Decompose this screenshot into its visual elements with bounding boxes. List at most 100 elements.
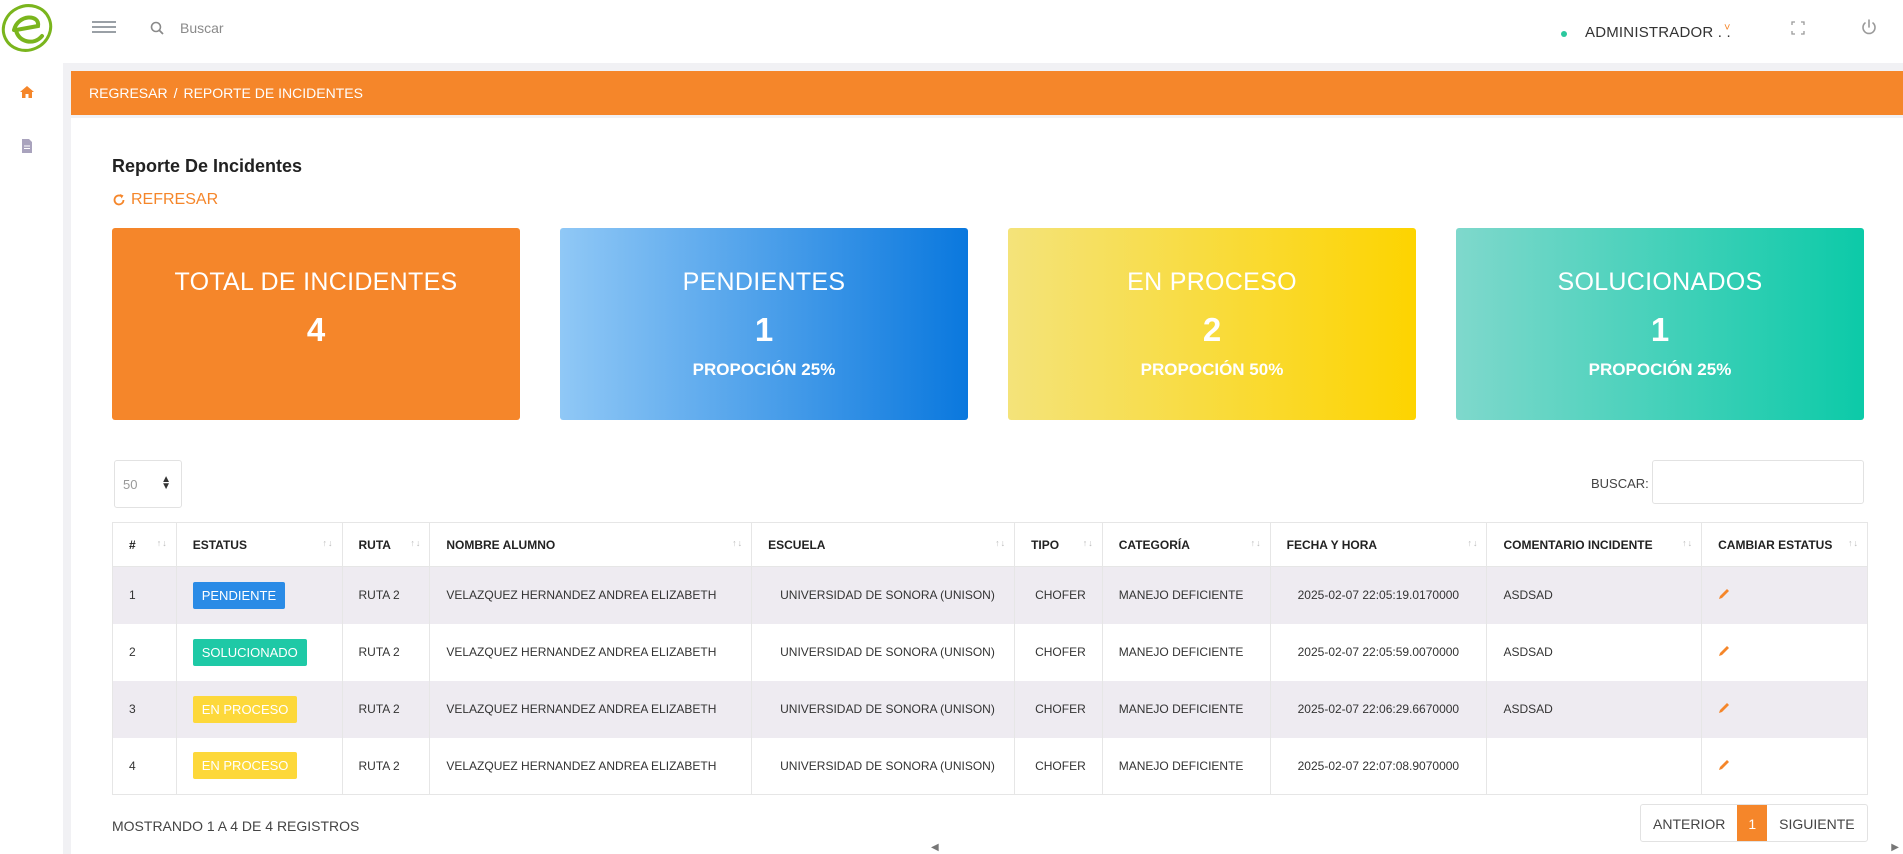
cell-status: SOLUCIONADO <box>175 623 343 681</box>
column-header[interactable]: CAMBIAR ESTATUS ↑↓ <box>1701 522 1868 567</box>
horizontal-scrollbar[interactable]: ◀ ▶ <box>861 840 1903 854</box>
column-header[interactable]: TIPO ↑↓ <box>1014 522 1103 567</box>
card-in-process: EN PROCESO 2 PROPOCIÓN 50% <box>1008 228 1416 420</box>
breadcrumb: REGRESAR / REPORTE DE INCIDENTES <box>71 71 1903 115</box>
cell-status: PENDIENTE <box>175 566 343 624</box>
sort-icon: ↑↓ <box>1082 538 1094 548</box>
prev-page-button[interactable]: ANTERIOR <box>1641 805 1737 841</box>
cell-number: 3 <box>112 680 177 738</box>
card-value: 1 <box>1650 311 1670 348</box>
column-header[interactable]: COMENTARIO INCIDENTE ↑↓ <box>1486 522 1703 567</box>
card-proportion: PROPOCIÓN 50% <box>1140 360 1284 379</box>
refresh-icon <box>113 194 125 206</box>
cell-student: VELAZQUEZ HERNANDEZ ANDREA ELIZABETH <box>429 680 753 738</box>
cell-change-status <box>1701 623 1868 681</box>
status-badge: PENDIENTE <box>192 581 286 609</box>
cell-status: EN PROCESO <box>175 680 343 738</box>
page-length-value: 50 <box>123 477 138 492</box>
refresh-button[interactable]: REFRESAR <box>112 191 218 209</box>
cell-student: VELAZQUEZ HERNANDEZ ANDREA ELIZABETH <box>429 566 753 624</box>
sort-icon: ↑↓ <box>1250 538 1262 548</box>
cell-datetime: 2025-02-07 22:05:19.0170000 <box>1269 566 1488 624</box>
edit-icon[interactable] <box>1718 644 1731 657</box>
power-icon[interactable] <box>1860 18 1878 36</box>
column-header[interactable]: NOMBRE ALUMNO ↑↓ <box>429 522 753 567</box>
home-icon[interactable] <box>18 83 36 101</box>
table-row: 2 SOLUCIONADO RUTA 2 VELAZQUEZ HERNANDEZ… <box>112 623 1868 681</box>
cell-datetime: 2025-02-07 22:06:29.6670000 <box>1269 680 1488 738</box>
cell-type: CHOFER <box>1014 680 1103 738</box>
status-badge: SOLUCIONADO <box>192 638 307 666</box>
column-header[interactable]: CATEGORÍA ↑↓ <box>1101 522 1271 567</box>
column-header[interactable]: RUTA ↑↓ <box>341 522 431 567</box>
document-icon[interactable] <box>18 137 36 155</box>
column-header[interactable]: # ↑↓ <box>112 522 177 567</box>
menu-icon[interactable] <box>92 18 116 38</box>
sort-icon: ↑↓ <box>995 538 1007 548</box>
column-header[interactable]: ESTATUS ↑↓ <box>175 522 343 567</box>
cell-category: MANEJO DEFICIENTE <box>1101 623 1271 681</box>
online-status-dot <box>1561 31 1567 37</box>
card-pending: PENDIENTES 1 PROPOCIÓN 25% <box>560 228 968 420</box>
cell-school: UNIVERSIDAD DE SONORA (UNISON) <box>751 623 1016 681</box>
next-page-button[interactable]: SIGUIENTE <box>1767 805 1866 841</box>
cell-comment <box>1486 737 1703 795</box>
cell-route: RUTA 2 <box>341 623 431 681</box>
card-value: 2 <box>1202 311 1222 348</box>
select-arrows-icon: ▲ ▼ <box>161 474 171 492</box>
sort-icon: ↑↓ <box>156 538 168 548</box>
column-header[interactable]: FECHA Y HORA ↑↓ <box>1269 522 1488 567</box>
top-bar: ADMINISTRADOR . . ˅ <box>0 0 1903 63</box>
sort-icon: ↑↓ <box>1848 538 1859 548</box>
table-row: 1 PENDIENTE RUTA 2 VELAZQUEZ HERNANDEZ A… <box>112 566 1868 624</box>
card-total-incidents: TOTAL DE INCIDENTES 4 <box>112 228 520 420</box>
cell-school: UNIVERSIDAD DE SONORA (UNISON) <box>751 566 1016 624</box>
sort-icon: ↑↓ <box>1682 538 1694 548</box>
breadcrumb-current: REPORTE DE INCIDENTES <box>183 85 363 101</box>
fullscreen-icon[interactable] <box>1790 20 1806 36</box>
chevron-down-icon[interactable]: ˅ <box>1724 22 1730 34</box>
cell-student: VELAZQUEZ HERNANDEZ ANDREA ELIZABETH <box>429 737 753 795</box>
scroll-left-icon[interactable]: ◀ <box>931 842 939 853</box>
sort-icon: ↑↓ <box>1467 538 1479 548</box>
edit-icon[interactable] <box>1718 758 1731 771</box>
cell-comment: ASDSAD <box>1486 623 1703 681</box>
card-title: PENDIENTES <box>682 268 846 296</box>
cell-route: RUTA 2 <box>341 680 431 738</box>
card-title: SOLUCIONADOS <box>1557 268 1763 296</box>
table-search-input[interactable] <box>1652 460 1864 504</box>
breadcrumb-back-link[interactable]: REGRESAR <box>89 85 168 101</box>
edit-icon[interactable] <box>1718 701 1731 714</box>
page-1-button[interactable]: 1 <box>1737 805 1768 841</box>
sort-icon: ↑↓ <box>410 538 422 548</box>
breadcrumb-separator: / <box>173 85 178 101</box>
cell-route: RUTA 2 <box>341 566 431 624</box>
cell-number: 4 <box>112 737 177 795</box>
cell-type: CHOFER <box>1014 566 1103 624</box>
table-info: MOSTRANDO 1 A 4 DE 4 REGISTROS <box>112 818 360 834</box>
cell-datetime: 2025-02-07 22:07:08.9070000 <box>1269 737 1488 795</box>
table-row: 3 EN PROCESO RUTA 2 VELAZQUEZ HERNANDEZ … <box>112 680 1868 738</box>
card-proportion: PROPOCIÓN 25% <box>692 360 836 379</box>
cell-change-status <box>1701 566 1868 624</box>
sort-icon: ↑↓ <box>322 538 334 548</box>
edit-icon[interactable] <box>1718 587 1731 600</box>
column-header[interactable]: ESCUELA ↑↓ <box>751 522 1016 567</box>
cell-route: RUTA 2 <box>341 737 431 795</box>
logo[interactable] <box>0 2 56 54</box>
main-panel: Reporte De Incidentes REFRESAR TOTAL DE … <box>71 118 1903 854</box>
cell-comment: ASDSAD <box>1486 680 1703 738</box>
search-input[interactable] <box>180 15 440 41</box>
page-title: Reporte De Incidentes <box>112 156 303 176</box>
scroll-right-icon[interactable]: ▶ <box>1891 842 1899 853</box>
cell-type: CHOFER <box>1014 623 1103 681</box>
page-length-select[interactable]: 50 ▲ ▼ <box>114 460 182 508</box>
card-value: 1 <box>754 311 774 348</box>
refresh-label: REFRESAR <box>131 191 219 208</box>
cell-school: UNIVERSIDAD DE SONORA (UNISON) <box>751 680 1016 738</box>
cell-status: EN PROCESO <box>175 737 343 795</box>
pagination: ANTERIOR 1 SIGUIENTE <box>1640 804 1868 842</box>
incidents-table: # ↑↓ ESTATUS ↑↓ RUTA ↑↓ NOMBRE ALUMNO ↑↓ ESC… <box>112 522 1868 795</box>
status-badge: EN PROCESO <box>192 695 298 723</box>
user-menu[interactable]: ADMINISTRADOR . . <box>1585 24 1731 41</box>
